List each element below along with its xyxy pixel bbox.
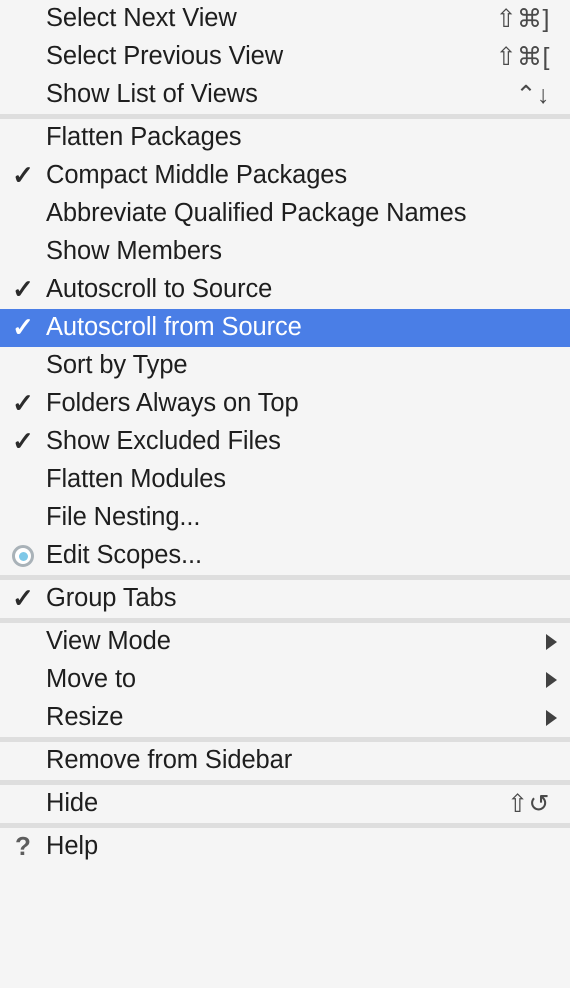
menu-item-label: Show Members bbox=[46, 237, 222, 266]
menu-item-label: Hide bbox=[46, 789, 99, 818]
menu-item-show-list-of-views[interactable]: Show List of Views ⌃↓ bbox=[0, 76, 570, 114]
menu-item-compact-middle-packages[interactable]: ✓ Compact Middle Packages bbox=[0, 157, 570, 195]
menu-item-label: Edit Scopes... bbox=[46, 541, 202, 570]
check-icon: ✓ bbox=[0, 388, 46, 418]
menu-item-label: Move to bbox=[46, 665, 137, 694]
check-icon: ✓ bbox=[0, 583, 46, 613]
menu-section-tabs-options: ✓ Group Tabs bbox=[0, 580, 570, 618]
menu-item-select-previous-view[interactable]: Select Previous View ⇧⌘[ bbox=[0, 38, 570, 76]
checkmark-glyph: ✓ bbox=[12, 274, 34, 304]
menu-item-remove-from-sidebar[interactable]: Remove from Sidebar bbox=[0, 742, 570, 780]
menu-item-shortcut: ⌃↓ bbox=[515, 80, 550, 109]
checkmark-glyph: ✓ bbox=[12, 583, 34, 613]
checkmark-glyph: ✓ bbox=[12, 388, 34, 418]
menu-section-window-options: View Mode Move to Resize bbox=[0, 623, 570, 737]
check-icon: ✓ bbox=[0, 312, 46, 342]
menu-item-label: Show Excluded Files bbox=[46, 427, 281, 456]
menu-item-flatten-modules[interactable]: Flatten Modules bbox=[0, 461, 570, 499]
question-mark-glyph: ? bbox=[15, 831, 31, 861]
menu-item-view-mode[interactable]: View Mode bbox=[0, 623, 570, 661]
menu-item-group-tabs[interactable]: ✓ Group Tabs bbox=[0, 580, 570, 618]
menu-item-label: Abbreviate Qualified Package Names bbox=[46, 199, 467, 228]
scope-radio-ring bbox=[12, 545, 34, 567]
menu-item-file-nesting[interactable]: File Nesting... bbox=[0, 499, 570, 537]
checkmark-glyph: ✓ bbox=[12, 160, 34, 190]
menu-item-label: Compact Middle Packages bbox=[46, 161, 348, 190]
menu-section-help-options: ? Help bbox=[0, 828, 570, 866]
menu-item-label: Autoscroll from Source bbox=[46, 313, 302, 342]
menu-item-flatten-packages[interactable]: Flatten Packages bbox=[0, 119, 570, 157]
menu-item-label: File Nesting... bbox=[46, 503, 201, 532]
menu-item-autoscroll-to-source[interactable]: ✓ Autoscroll to Source bbox=[0, 271, 570, 309]
scope-radio-icon bbox=[0, 545, 46, 567]
menu-item-label: Resize bbox=[46, 703, 124, 732]
menu-item-show-excluded-files[interactable]: ✓ Show Excluded Files bbox=[0, 423, 570, 461]
menu-item-label: Sort by Type bbox=[46, 351, 188, 380]
checkmark-glyph: ✓ bbox=[12, 312, 34, 342]
menu-item-abbreviate-qualified-package-names[interactable]: Abbreviate Qualified Package Names bbox=[0, 195, 570, 233]
menu-item-label: Flatten Modules bbox=[46, 465, 226, 494]
menu-item-folders-always-on-top[interactable]: ✓ Folders Always on Top bbox=[0, 385, 570, 423]
menu-item-label: Group Tabs bbox=[46, 584, 177, 613]
scope-radio-dot bbox=[18, 551, 28, 561]
submenu-arrow-icon bbox=[544, 709, 570, 727]
menu-item-autoscroll-from-source[interactable]: ✓ Autoscroll from Source bbox=[0, 309, 570, 347]
menu-item-label: Folders Always on Top bbox=[46, 389, 299, 418]
menu-item-label: Select Previous View bbox=[46, 42, 284, 71]
menu-section-project-view-options: Flatten Packages ✓ Compact Middle Packages… bbox=[0, 119, 570, 575]
submenu-arrow-icon bbox=[544, 633, 570, 651]
menu-item-label: Help bbox=[46, 832, 99, 861]
menu-item-select-next-view[interactable]: Select Next View ⇧⌘] bbox=[0, 0, 570, 38]
menu-item-hide[interactable]: Hide ⇧↺ bbox=[0, 785, 570, 823]
question-mark-icon: ? bbox=[0, 831, 46, 861]
check-icon: ✓ bbox=[0, 274, 46, 304]
menu-section-hide-options: Hide ⇧↺ bbox=[0, 785, 570, 823]
menu-item-shortcut: ⇧⌘] bbox=[495, 4, 550, 33]
check-icon: ✓ bbox=[0, 160, 46, 190]
menu-item-label: View Mode bbox=[46, 627, 171, 656]
menu-item-label: Flatten Packages bbox=[46, 123, 242, 152]
menu-section-sidebar-options: Remove from Sidebar bbox=[0, 742, 570, 780]
menu-item-resize[interactable]: Resize bbox=[0, 699, 570, 737]
check-icon: ✓ bbox=[0, 426, 46, 456]
menu-item-shortcut: ⇧⌘[ bbox=[495, 42, 550, 71]
menu-item-label: Show List of Views bbox=[46, 80, 258, 109]
menu-item-shortcut: ⇧↺ bbox=[507, 789, 550, 818]
menu-section-views-navigation: Select Next View ⇧⌘] Select Previous View ⇧… bbox=[0, 0, 570, 114]
submenu-arrow-icon bbox=[544, 671, 570, 689]
menu-item-label: Autoscroll to Source bbox=[46, 275, 273, 304]
menu-item-edit-scopes[interactable]: Edit Scopes... bbox=[0, 537, 570, 575]
context-menu: Select Next View ⇧⌘] Select Previous View ⇧… bbox=[0, 0, 570, 988]
menu-item-sort-by-type[interactable]: Sort by Type bbox=[0, 347, 570, 385]
menu-item-label: Remove from Sidebar bbox=[46, 746, 293, 775]
menu-item-label: Select Next View bbox=[46, 4, 237, 33]
menu-item-help[interactable]: ? Help bbox=[0, 828, 570, 866]
menu-item-move-to[interactable]: Move to bbox=[0, 661, 570, 699]
checkmark-glyph: ✓ bbox=[12, 426, 34, 456]
menu-item-show-members[interactable]: Show Members bbox=[0, 233, 570, 271]
